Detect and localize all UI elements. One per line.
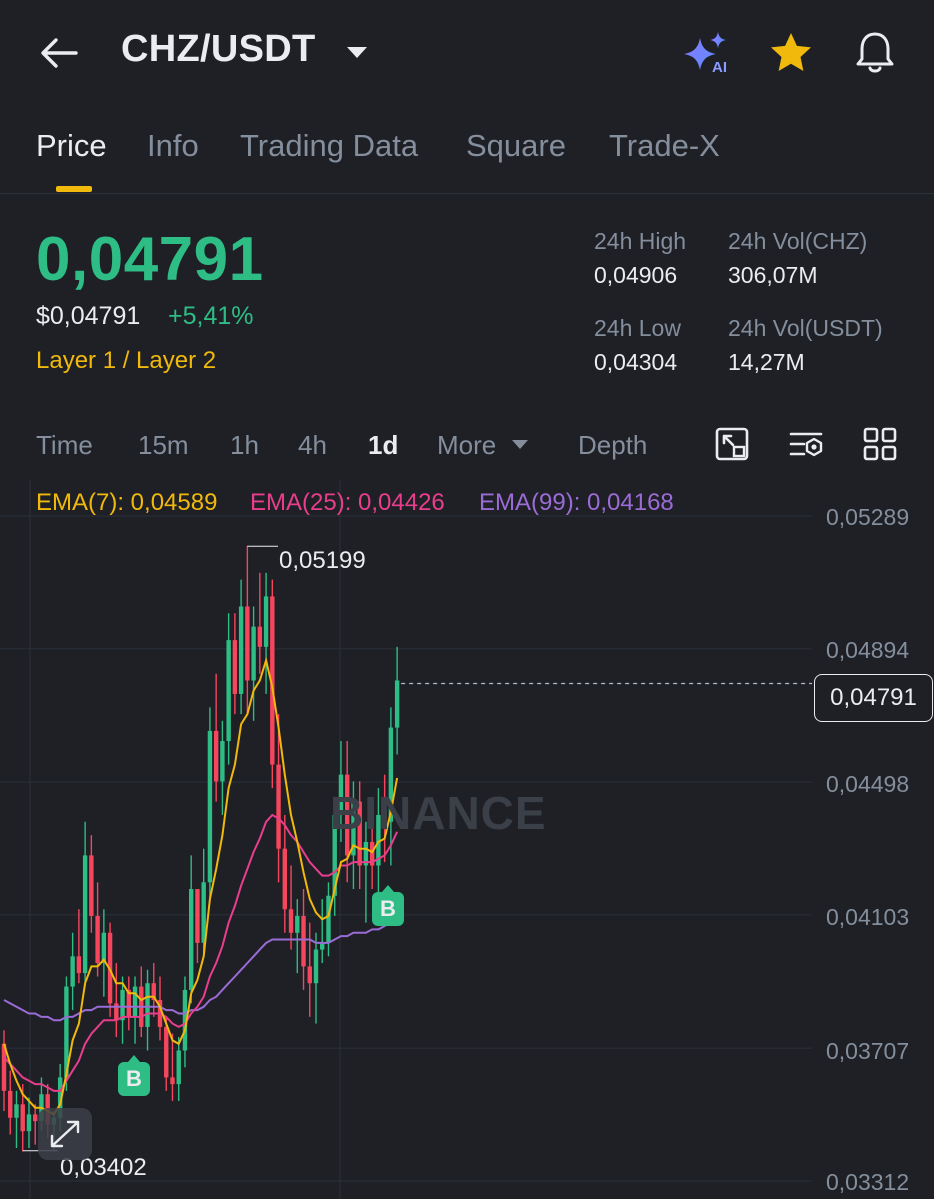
candle-body — [33, 1114, 38, 1122]
interval-more[interactable]: More — [437, 430, 496, 461]
high-price-marker: 0,05199 — [279, 547, 366, 574]
usd-price: $0,04791 — [36, 302, 141, 330]
header: CHZ/USDT AI — [0, 0, 934, 105]
ema99-label: EMA(99): 0,04168 — [479, 489, 674, 516]
candle-body — [195, 889, 200, 943]
grid-layout-icon[interactable] — [862, 426, 898, 462]
candle-body — [14, 1104, 19, 1118]
candle-body — [282, 848, 287, 910]
y-axis-tick: 0,04894 — [826, 637, 910, 663]
tab-square[interactable]: Square — [466, 128, 566, 164]
candle-body — [313, 949, 319, 984]
candle-body — [238, 606, 244, 694]
candle-body — [176, 1050, 181, 1085]
candle-body — [245, 606, 250, 681]
candle-body — [326, 895, 331, 943]
tab-trading-data[interactable]: Trading Data — [240, 128, 418, 164]
stat-24h-low-value: 0,04304 — [594, 349, 678, 375]
candle-body — [70, 956, 75, 987]
candle-body — [220, 741, 225, 782]
candle-body — [8, 1090, 13, 1118]
stat-24h-vol-chz-label: 24h Vol(CHZ) — [728, 228, 868, 254]
expand-arrows-icon — [50, 1120, 80, 1148]
candle-body — [89, 855, 94, 916]
candle-body — [170, 1077, 175, 1085]
candle-body — [263, 596, 269, 647]
bell-icon[interactable] — [852, 28, 898, 76]
chart-fullscreen-icon[interactable] — [714, 426, 750, 462]
ema7-line — [3, 656, 399, 1116]
candle-body — [164, 1026, 169, 1078]
candle-body — [276, 764, 281, 849]
ema25-line — [3, 813, 399, 1092]
expand-chart-button[interactable] — [38, 1108, 92, 1160]
stat-24h-high-value: 0,04906 — [594, 262, 678, 288]
price-change-percent: +5,41% — [168, 302, 254, 330]
buy-marker[interactable]: B — [118, 1055, 150, 1096]
interval-15m[interactable]: 15m — [138, 430, 189, 461]
candle-body — [307, 966, 312, 984]
indicator-settings-icon[interactable] — [788, 426, 824, 462]
candle-body — [207, 730, 213, 883]
category-tag[interactable]: Layer 1 / Layer 2 — [36, 347, 216, 375]
candle-body — [95, 915, 100, 964]
more-caret-down-icon[interactable] — [510, 436, 530, 454]
candle-body — [295, 915, 300, 933]
y-axis-tick: 0,04103 — [826, 904, 910, 930]
ai-sparkle-icon[interactable]: AI — [682, 30, 734, 76]
interval-4h[interactable]: 4h — [298, 430, 327, 461]
candle-body — [213, 730, 219, 782]
candle-body — [257, 626, 263, 647]
current-price-tag: 0,04791 — [814, 674, 933, 722]
interval-1d[interactable]: 1d — [368, 430, 398, 461]
trading-pair-title[interactable]: CHZ/USDT — [121, 28, 316, 71]
candle-body — [76, 956, 82, 974]
candle-body — [20, 1104, 25, 1132]
tab-price[interactable]: Price — [36, 128, 107, 164]
candle-body — [394, 680, 400, 728]
back-arrow-icon[interactable] — [36, 30, 82, 76]
star-icon[interactable] — [768, 30, 814, 76]
y-axis-tick: 0,04498 — [826, 771, 910, 797]
tab-trade-x[interactable]: Trade-X — [609, 128, 720, 164]
candle-body — [232, 640, 238, 694]
candle-body — [226, 640, 231, 742]
stat-24h-vol-chz-value: 306,07M — [728, 262, 818, 288]
candle-body — [82, 855, 88, 974]
stat-24h-vol-usdt-value: 14,27M — [728, 349, 805, 375]
active-tab-indicator — [56, 186, 92, 192]
ema7-label: EMA(7): 0,04589 — [36, 489, 218, 516]
candle-body — [120, 989, 125, 1021]
y-axis-tick: 0,05289 — [826, 504, 910, 530]
stat-24h-vol-usdt-label: 24h Vol(USDT) — [728, 315, 883, 341]
stat-24h-high-label: 24h High — [594, 228, 687, 254]
interval-1h[interactable]: 1h — [230, 430, 259, 461]
interval-time[interactable]: Time — [36, 430, 93, 461]
y-axis-tick: 0,03707 — [826, 1038, 910, 1064]
svg-text:AI: AI — [712, 59, 727, 76]
binance-watermark: BINANCE — [330, 787, 547, 839]
candle-body — [288, 909, 294, 933]
candle-body — [132, 986, 138, 1017]
tab-info[interactable]: Info — [147, 128, 199, 164]
last-price: 0,04791 — [36, 225, 264, 294]
candle-body — [251, 626, 256, 681]
caret-down-icon[interactable] — [343, 38, 371, 66]
tabs-divider — [0, 193, 934, 194]
buy-marker[interactable]: B — [372, 885, 404, 926]
candle-body — [301, 915, 306, 967]
candle-body — [26, 1114, 32, 1132]
y-axis-tick: 0,03312 — [826, 1169, 910, 1195]
depth-tab[interactable]: Depth — [578, 430, 647, 461]
ema25-label: EMA(25): 0,04426 — [250, 489, 445, 516]
candle-body — [189, 889, 194, 990]
stat-24h-low-label: 24h Low — [594, 315, 681, 341]
candle-body — [145, 983, 150, 1027]
